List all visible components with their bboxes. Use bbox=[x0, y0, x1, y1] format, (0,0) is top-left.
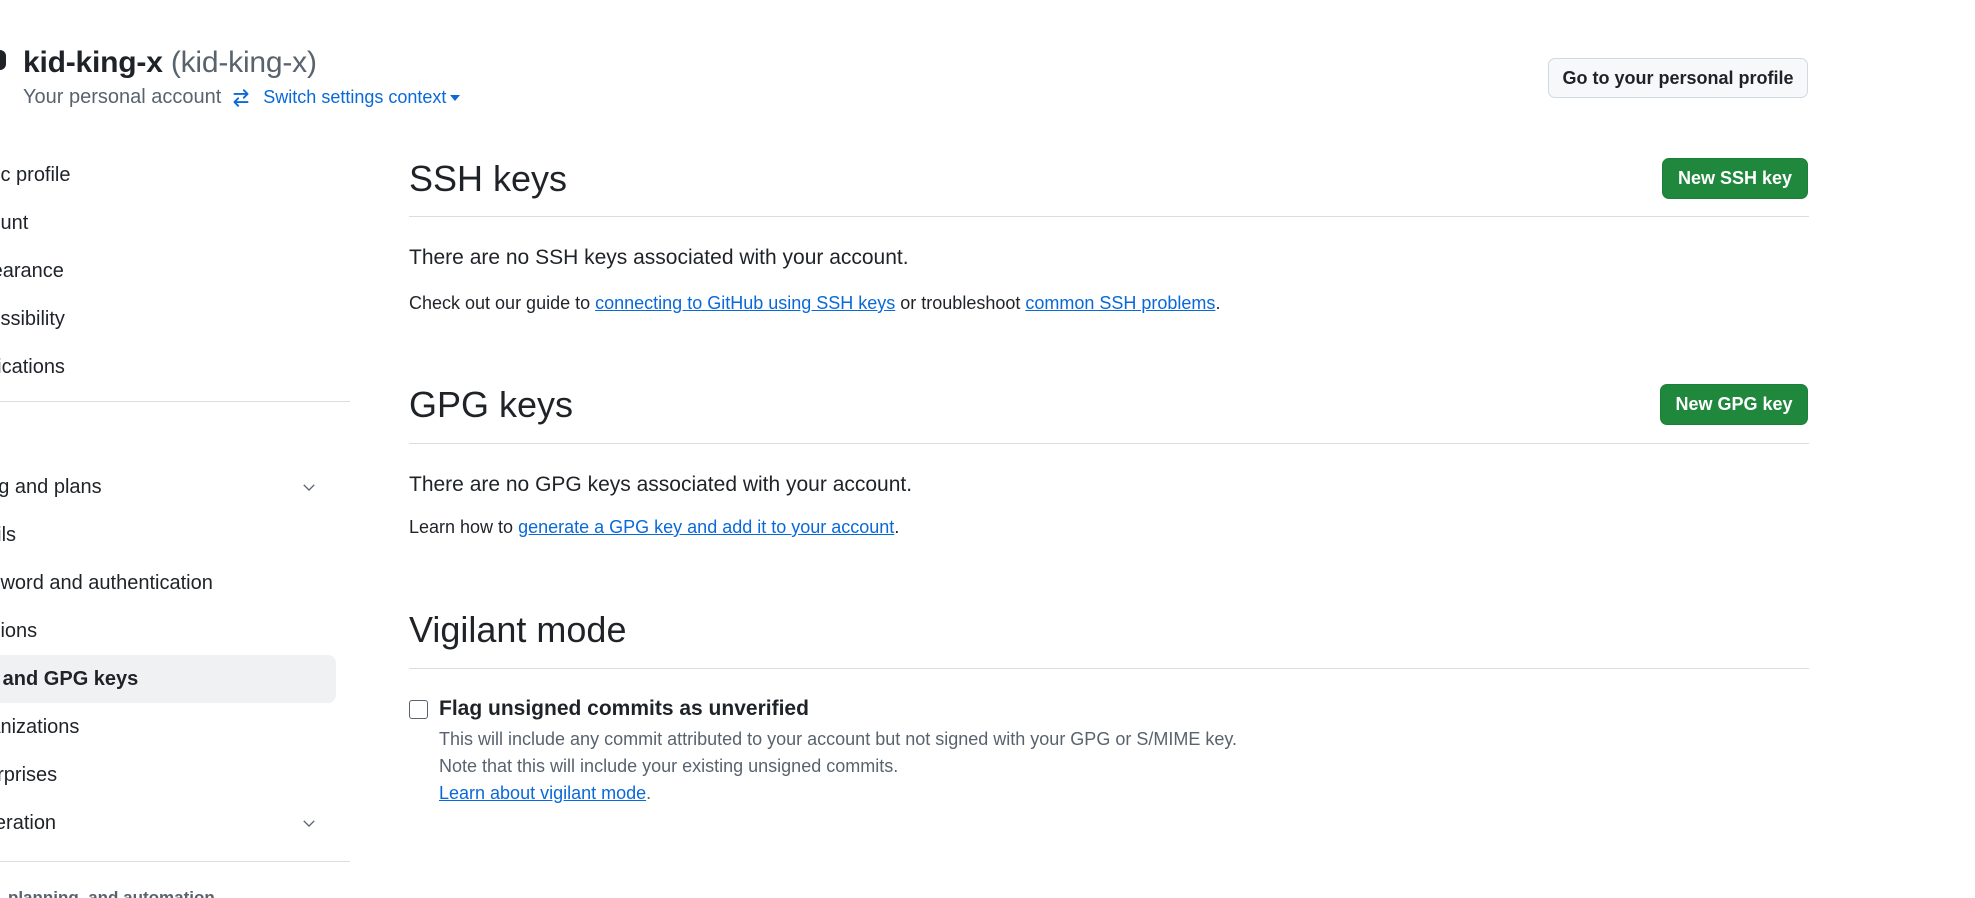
sidebar-item-label: Sessions bbox=[0, 619, 38, 642]
gpg-keys-title: GPG keys bbox=[409, 384, 574, 425]
new-ssh-key-button[interactable]: New SSH key bbox=[1662, 158, 1808, 199]
sidebar-item-label: Organizations bbox=[0, 715, 80, 738]
sidebar-item-sessions[interactable]: Sessions bbox=[0, 607, 336, 655]
sidebar-item-label: Enterprises bbox=[0, 763, 58, 786]
sidebar-item-public-profile[interactable]: Public profile bbox=[0, 151, 336, 199]
vigilant-note-line2: Note that this will include your existin… bbox=[439, 756, 899, 776]
sidebar-item-ssh-gpg-keys[interactable]: SSH and GPG keys bbox=[0, 655, 336, 703]
vigilant-mode-title: Vigilant mode bbox=[409, 609, 627, 650]
account-subtitle-row: Your personal account Switch settings co… bbox=[23, 86, 461, 109]
ssh-guide-text: Check out our guide to connecting to Git… bbox=[409, 293, 1220, 314]
sidebar-group-heading: Code, planning, and automation bbox=[0, 888, 259, 898]
settings-page: kid-king-x (kid-king-x) Your personal ac… bbox=[0, 0, 1975, 898]
sidebar-item-organizations[interactable]: Organizations bbox=[0, 703, 336, 751]
sidebar-item-emails[interactable]: Emails bbox=[0, 511, 336, 559]
new-gpg-key-button[interactable]: New GPG key bbox=[1660, 384, 1808, 425]
sidebar-divider bbox=[0, 861, 350, 862]
ssh-guide-suffix: . bbox=[1215, 293, 1221, 313]
switch-settings-context-link[interactable]: Switch settings context bbox=[263, 87, 461, 108]
sidebar-item-label: Account bbox=[0, 211, 29, 234]
sidebar-item-password[interactable]: Password and authentication bbox=[0, 559, 336, 607]
sidebar-item-label: Emails bbox=[0, 523, 17, 546]
gpg-empty-message: There are no GPG keys associated with yo… bbox=[409, 473, 913, 496]
sidebar-item-enterprises[interactable]: Enterprises bbox=[0, 751, 336, 799]
gpg-learn-link[interactable]: generate a GPG key and add it to your ac… bbox=[518, 517, 894, 537]
vigilant-learn-text: Learn about vigilant mode. bbox=[439, 783, 651, 804]
sidebar-item-label: Public profile bbox=[0, 163, 71, 186]
vigilant-learn-link[interactable]: Learn about vigilant mode bbox=[439, 783, 646, 803]
sidebar-item-billing[interactable]: Billing and plans bbox=[0, 463, 336, 511]
sidebar-item-notifications[interactable]: Notifications bbox=[0, 343, 336, 391]
switch-settings-context-label: Switch settings context bbox=[263, 87, 447, 107]
sidebar-item-accessibility[interactable]: Accessibility bbox=[0, 295, 336, 343]
sidebar-item-label: Billing and plans bbox=[0, 475, 102, 498]
ssh-guide-link[interactable]: connecting to GitHub using SSH keys bbox=[595, 293, 895, 313]
account-title: kid-king-x (kid-king-x) bbox=[23, 46, 317, 80]
ssh-problems-link[interactable]: common SSH problems bbox=[1025, 293, 1215, 313]
sidebar-item-label: SSH and GPG keys bbox=[0, 667, 139, 690]
gpg-learn-prefix: Learn how to bbox=[409, 517, 519, 537]
gpg-learn-text: Learn how to generate a GPG key and add … bbox=[409, 517, 899, 538]
sidebar-item-moderation[interactable]: Moderation bbox=[0, 799, 336, 847]
sidebar-item-label: Accessibility bbox=[0, 307, 65, 330]
vigilant-note-line1: This will include any commit attributed … bbox=[439, 729, 1238, 749]
sidebar-divider bbox=[0, 401, 350, 402]
flag-unsigned-commits-label[interactable]: Flag unsigned commits as unverified bbox=[439, 697, 809, 721]
chevron-down-icon bbox=[303, 820, 315, 828]
avatar bbox=[0, 50, 6, 70]
ssh-keys-title: SSH keys bbox=[409, 158, 568, 199]
gpg-learn-suffix: . bbox=[894, 517, 900, 537]
sidebar-item-label: Notifications bbox=[0, 355, 65, 378]
vigilant-learn-suffix: . bbox=[646, 783, 652, 803]
account-name: kid-king-x bbox=[23, 46, 163, 79]
caret-down-icon bbox=[450, 94, 461, 101]
ssh-guide-prefix: Check out our guide to bbox=[409, 293, 596, 313]
sidebar-item-label: Moderation bbox=[0, 811, 57, 834]
ssh-guide-middle: or troubleshoot bbox=[895, 293, 1026, 313]
arrow-switch-icon bbox=[233, 88, 249, 107]
sidebar-item-appearance[interactable]: Appearance bbox=[0, 247, 336, 295]
account-login: (kid-king-x) bbox=[170, 46, 317, 79]
section-divider bbox=[409, 668, 1809, 669]
sidebar-item-label: Appearance bbox=[0, 259, 64, 282]
chevron-down-icon bbox=[303, 484, 315, 492]
account-subtitle: Your personal account bbox=[23, 86, 222, 108]
sidebar-item-account[interactable]: Account bbox=[0, 199, 336, 247]
ssh-empty-message: There are no SSH keys associated with yo… bbox=[409, 246, 909, 269]
section-divider bbox=[409, 443, 1809, 444]
sidebar-item-label: Password and authentication bbox=[0, 571, 213, 594]
sidebar-group-heading-label: Code, planning, and automation bbox=[0, 888, 215, 898]
go-to-profile-button[interactable]: Go to your personal profile bbox=[1548, 58, 1808, 98]
flag-unsigned-commits-checkbox[interactable] bbox=[409, 700, 428, 719]
section-divider bbox=[409, 216, 1809, 217]
